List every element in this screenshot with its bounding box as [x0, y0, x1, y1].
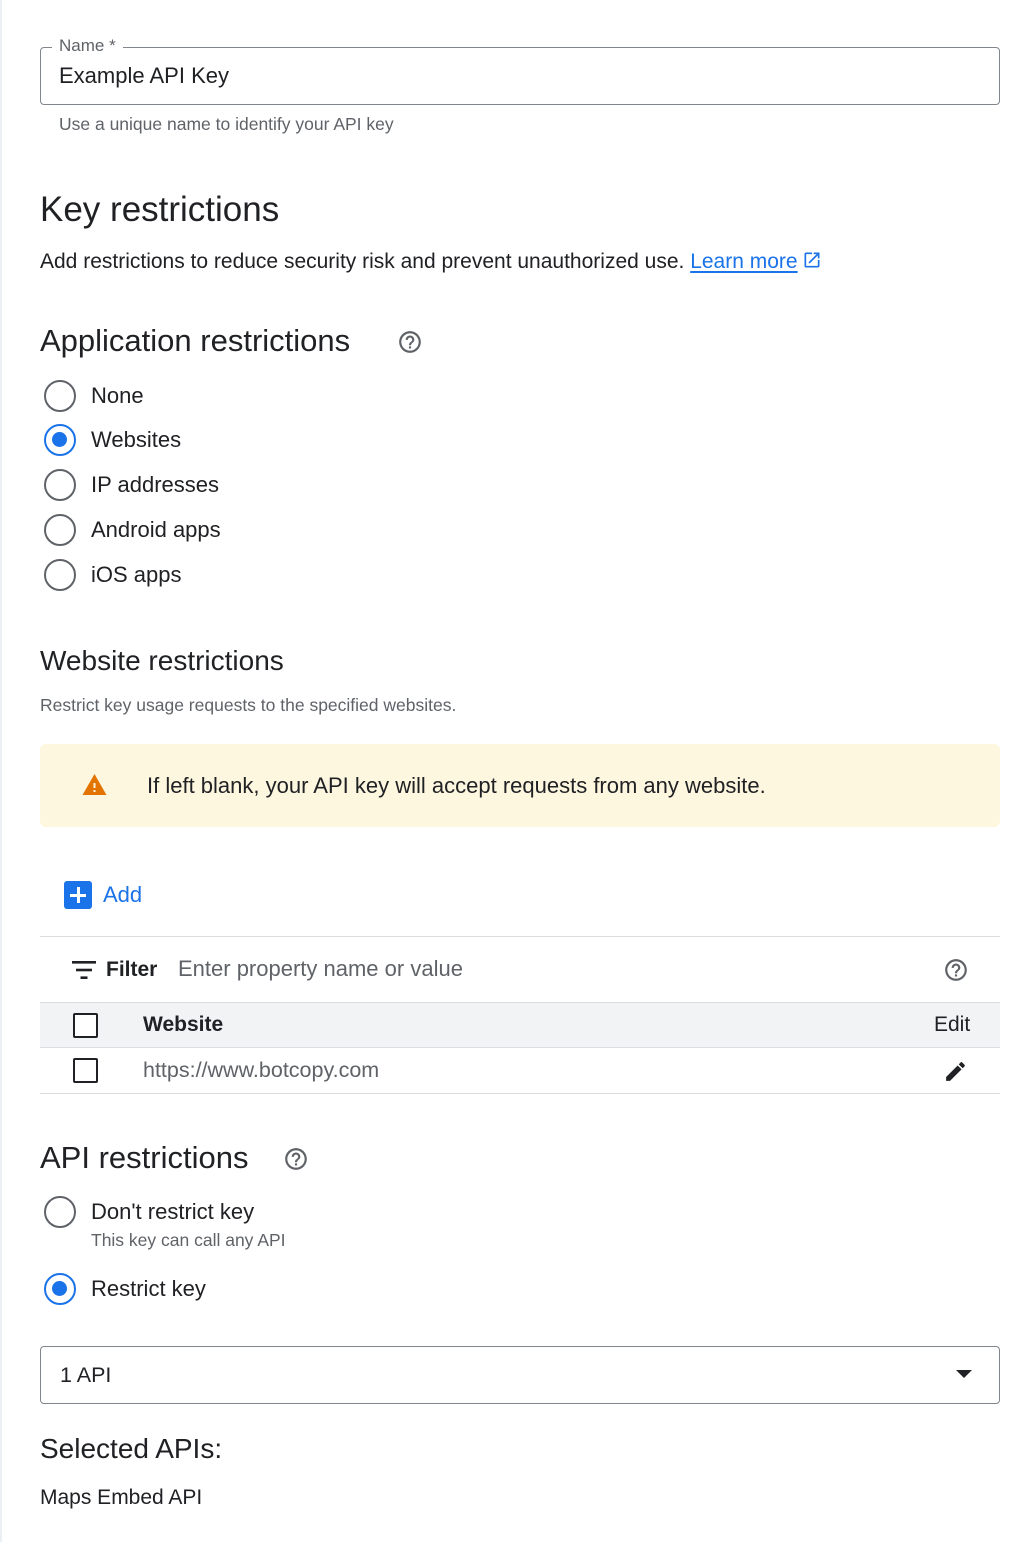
website-restrictions-description: Restrict key usage requests to the speci…: [40, 695, 457, 715]
learn-more-label: Learn more: [690, 250, 798, 273]
left-divider: [0, 0, 2, 1542]
radio-button[interactable]: [44, 380, 76, 412]
radio-label: Android apps: [91, 517, 221, 542]
name-field-value[interactable]: Example API Key: [59, 62, 229, 90]
help-icon[interactable]: [283, 1146, 309, 1172]
help-icon[interactable]: [397, 329, 423, 355]
application-restrictions-title: Application restrictions: [40, 323, 351, 358]
selected-api-item: Maps Embed API: [40, 1486, 203, 1509]
radio-option-dont-restrict-key[interactable]: Don't restrict key: [44, 1194, 254, 1230]
select-all-checkbox[interactable]: [73, 1013, 98, 1038]
radio-button[interactable]: [44, 559, 76, 591]
column-header-website[interactable]: Website: [143, 1011, 223, 1039]
learn-more-link[interactable]: Learn more: [690, 250, 821, 273]
radio-label: None: [91, 383, 144, 408]
warning-icon: [82, 774, 107, 795]
divider: [40, 936, 1000, 937]
radio-option-restrict-key[interactable]: Restrict key: [44, 1271, 206, 1307]
column-header-edit: Edit: [934, 1013, 971, 1036]
add-icon: [64, 881, 92, 909]
radio-button-selected[interactable]: [44, 1273, 76, 1305]
api-select-dropdown[interactable]: [40, 1346, 1000, 1404]
row-checkbox[interactable]: [73, 1058, 98, 1083]
divider: [40, 1093, 1000, 1094]
filter-label: Filter: [106, 958, 158, 981]
radio-button[interactable]: [44, 514, 76, 546]
key-restrictions-description-row: Add restrictions to reduce security risk…: [40, 248, 822, 276]
radio-label: Don't restrict key: [91, 1199, 255, 1224]
api-select-value: 1 API: [60, 1363, 112, 1387]
radio-button-selected[interactable]: [44, 424, 76, 456]
radio-button[interactable]: [44, 1196, 76, 1228]
api-restrictions-title: API restrictions: [40, 1140, 249, 1175]
radio-button[interactable]: [44, 469, 76, 501]
help-icon[interactable]: [943, 957, 969, 983]
edit-pencil-icon[interactable]: [943, 1059, 968, 1084]
dropdown-arrow-icon[interactable]: [956, 1370, 972, 1378]
radio-option-websites[interactable]: Websites: [44, 422, 181, 458]
website-restrictions-title: Website restrictions: [40, 645, 284, 676]
radio-option-android-apps[interactable]: Android apps: [44, 512, 221, 548]
selected-apis-title: Selected APIs:: [40, 1433, 223, 1464]
radio-option-ios-apps[interactable]: iOS apps: [44, 557, 182, 593]
radio-label: iOS apps: [91, 562, 182, 587]
key-restrictions-title: Key restrictions: [40, 190, 280, 229]
external-link-icon: [804, 252, 820, 268]
filter-input[interactable]: [178, 952, 918, 986]
website-cell: https://www.botcopy.com: [143, 1058, 380, 1082]
name-field-hint: Use a unique name to identify your API k…: [59, 114, 394, 134]
key-restrictions-description: Add restrictions to reduce security risk…: [40, 250, 685, 273]
radio-option-ip-addresses[interactable]: IP addresses: [44, 467, 219, 503]
name-field-label: Name *: [52, 35, 123, 57]
radio-label: IP addresses: [91, 472, 220, 497]
add-website-button[interactable]: Add: [64, 880, 142, 910]
add-label: Add: [103, 882, 143, 907]
warning-text: If left blank, your API key will accept …: [147, 773, 766, 798]
radio-label: Restrict key: [91, 1276, 206, 1301]
filter-icon[interactable]: [72, 961, 96, 979]
radio-sublabel: This key can call any API: [91, 1230, 286, 1250]
radio-label: Websites: [91, 427, 182, 452]
radio-option-none[interactable]: None: [44, 378, 144, 414]
